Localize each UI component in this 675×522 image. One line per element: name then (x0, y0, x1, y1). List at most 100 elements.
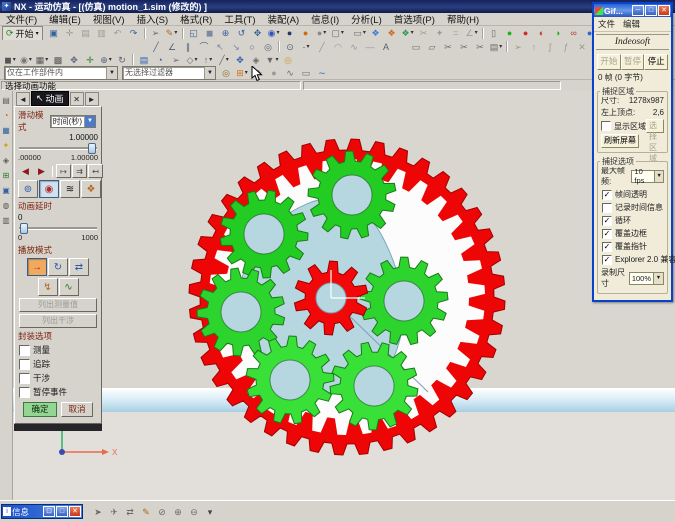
checkbox-item[interactable]: ✓覆盖边框 (602, 228, 663, 239)
point-circle-icon[interactable]: ⊙ (283, 40, 298, 54)
dropdown-arrow-icon[interactable]: ▾ (13, 54, 16, 66)
scale-combo[interactable]: 100% ▼ (629, 272, 664, 285)
clock-icon[interactable]: ◔ (153, 53, 168, 67)
checkbox-box[interactable] (602, 203, 612, 213)
gem-icon[interactable]: ◈ (249, 53, 264, 67)
menu-item[interactable]: 编辑 (623, 18, 640, 30)
constraint-icon[interactable]: = (448, 26, 463, 40)
collapse-icon[interactable]: ⊖ (187, 505, 202, 519)
list-interference-button[interactable]: 列出干涉 (19, 314, 97, 328)
dropdown-arrow-icon[interactable]: ▾ (277, 27, 280, 39)
angle-icon[interactable]: ∠▾ (464, 26, 479, 40)
play-swing-icon[interactable]: ⇄ (69, 258, 89, 276)
arrow-up-icon[interactable]: ↑▾ (201, 53, 216, 67)
circle-icon[interactable]: ○ (245, 40, 260, 54)
snap-grid-icon[interactable]: ⊞▾ (235, 66, 250, 80)
plane-icon[interactable]: ▱ (425, 40, 440, 54)
background-icon[interactable]: ●▾ (314, 26, 329, 40)
checkbox-box[interactable]: ✓ (602, 216, 612, 226)
refresh-icon[interactable]: ↻ (115, 53, 130, 67)
dropdown-arrow-icon[interactable]: ▾ (174, 27, 177, 39)
slider-joint-icon[interactable]: ◑ (550, 26, 565, 40)
rect-select-icon[interactable]: ▭ (299, 66, 314, 80)
bullseye-icon[interactable]: ◎ (281, 53, 296, 67)
list-measure-button[interactable]: 列出测量值 (19, 298, 97, 312)
checkbox-item[interactable]: 测量 (19, 344, 97, 356)
point-icon[interactable]: ·▾ (299, 40, 314, 54)
menu-item[interactable]: 插入(S) (130, 12, 174, 26)
hole-icon[interactable]: ◉▾ (19, 53, 34, 67)
handles-icon[interactable]: ✥ (233, 53, 248, 67)
dropdown-arrow-icon[interactable]: ▾ (411, 27, 414, 39)
show-area-checkbox[interactable]: 显示区域 (601, 121, 646, 132)
menu-item[interactable]: 编辑(E) (43, 12, 87, 26)
articulation-icon[interactable]: ↯ (38, 278, 58, 296)
disable-icon[interactable]: ⊘ (155, 505, 170, 519)
menu-item[interactable]: 格式(R) (174, 12, 218, 26)
info-window-minimized[interactable]: i 信息 ⊡ □ ✕ (1, 504, 83, 519)
menu-item[interactable]: 文件(F) (0, 12, 43, 26)
time-slider[interactable] (18, 143, 98, 152)
more-icon[interactable]: ▾ (203, 505, 218, 519)
select-icon[interactable]: ➢ (148, 26, 163, 40)
step-back-icon[interactable]: ↤ (88, 164, 103, 178)
dropdown-arrow-icon[interactable]: ▾ (29, 54, 32, 66)
dropdown-arrow-icon[interactable]: ▾ (306, 41, 309, 53)
ball-icon[interactable]: ● (267, 66, 282, 80)
menu-item[interactable]: 工具(T) (218, 12, 261, 26)
restore-button[interactable]: ⊡ (43, 506, 55, 517)
fit-view-icon[interactable]: ◱ (186, 26, 201, 40)
sheet-icon[interactable]: ▤▾ (489, 40, 504, 54)
slider-thumb[interactable] (20, 223, 28, 234)
tab-next-button[interactable]: ► (85, 92, 99, 106)
move-icon[interactable]: ✥ (67, 53, 82, 67)
panel-resize-edge[interactable] (14, 424, 102, 431)
dropdown-arrow-icon[interactable]: ▾ (226, 54, 229, 66)
minimize-button[interactable]: ─ (632, 5, 644, 16)
checkbox-item[interactable]: 记录时间信息 (602, 202, 663, 213)
slash-icon[interactable]: ╱▾ (217, 53, 232, 67)
up-icon[interactable]: ↑ (527, 40, 542, 54)
menu-item[interactable]: 首选项(P) (388, 12, 441, 26)
snap-point-icon[interactable]: ❖ (384, 26, 399, 40)
checkbox-item[interactable]: 暂停事件 (19, 386, 97, 398)
circle2-icon[interactable]: ◎ (261, 40, 276, 54)
selection-scope-combo[interactable]: 仅在工作部件内 ▼ (4, 66, 118, 80)
rotate-view-icon[interactable]: ↺ (234, 26, 249, 40)
checkbox-box[interactable] (19, 373, 30, 384)
line-icon[interactable]: ╱ (149, 40, 164, 54)
start-menu-button[interactable]: ⟳ 开始 ▾ (2, 26, 43, 41)
window-icon[interactable]: ▭▾ (352, 26, 367, 40)
checkbox-box[interactable]: ✓ (602, 242, 612, 252)
reuse-library-icon[interactable]: ✦ (0, 139, 13, 152)
measure-icon[interactable]: ➢ (511, 40, 526, 54)
filter-icon[interactable]: ◎ (219, 66, 234, 80)
dropdown-arrow-icon[interactable]: ▾ (275, 54, 278, 66)
link-icon[interactable]: ● (502, 26, 517, 40)
dropdown-arrow-icon[interactable]: ▾ (499, 41, 502, 53)
view-manager-icon[interactable]: ◈ (0, 154, 13, 167)
spline-icon[interactable]: ╱ (315, 40, 330, 54)
render-style-icon[interactable]: ● (298, 26, 313, 40)
menu-item[interactable]: 文件 (598, 18, 615, 30)
assembly-navigator-icon[interactable]: ▤ (0, 94, 13, 107)
close-button[interactable]: ✕ (69, 506, 81, 517)
part-navigator-icon[interactable]: ▦ (0, 124, 13, 137)
diamond-icon[interactable]: ◇▾ (185, 53, 200, 67)
chevron-down-icon[interactable]: ▼ (204, 67, 215, 79)
checkbox-box[interactable]: ✓ (602, 255, 612, 265)
orient-view-icon[interactable]: ● (282, 26, 297, 40)
solid-icon[interactable]: ◼▾ (3, 53, 18, 67)
checkbox-item[interactable]: ✓Explorer 2.0 兼容 (602, 254, 663, 265)
dropdown-arrow-icon[interactable]: ▾ (209, 54, 212, 66)
drag-toggle-icon[interactable]: ≋ (60, 180, 80, 198)
fast-forward-icon[interactable]: ⇉ (72, 164, 87, 178)
dropdown-arrow-icon[interactable]: ▾ (194, 54, 197, 66)
save-icon[interactable]: ▣ (46, 26, 61, 40)
roles-icon[interactable]: ▥ (0, 214, 13, 227)
paste-icon[interactable]: ▥ (94, 26, 109, 40)
menu-item[interactable]: 分析(L) (345, 12, 388, 26)
pan-icon[interactable]: ✥ (250, 26, 265, 40)
checkbox-item[interactable]: 干涉 (19, 372, 97, 384)
angle-line-icon[interactable]: ∠ (165, 40, 180, 54)
